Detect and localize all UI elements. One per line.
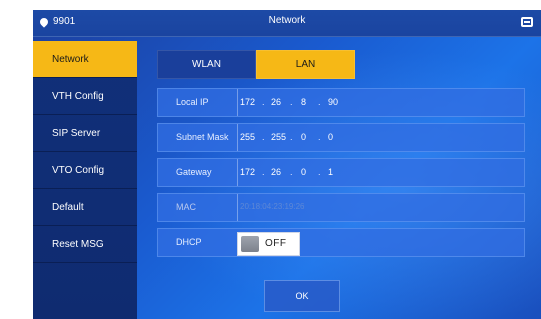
subnet-mask-octet-2[interactable]: 255 <box>271 132 286 142</box>
divider <box>237 89 238 116</box>
octet-dot: . <box>262 132 265 142</box>
gateway-row: Gateway 172 . 26 . 0 . 1 <box>157 158 525 187</box>
octet-dot: . <box>290 167 293 177</box>
dhcp-row: DHCP OFF <box>157 228 525 257</box>
subnet-mask-octet-1[interactable]: 255 <box>240 132 255 142</box>
mac-label: MAC <box>176 202 196 212</box>
divider <box>237 194 238 221</box>
octet-dot: . <box>318 132 321 142</box>
top-bar: 9901 Network <box>33 10 541 37</box>
network-settings-screen: 9901 Network Network VTH Config SIP Serv… <box>33 10 541 319</box>
gateway-octet-3[interactable]: 0 <box>301 167 306 177</box>
sidebar-item-reset-msg[interactable]: Reset MSG <box>33 226 137 263</box>
sidebar-item-network[interactable]: Network <box>33 41 137 78</box>
octet-dot: . <box>318 167 321 177</box>
octet-dot: . <box>318 97 321 107</box>
divider <box>237 159 238 186</box>
sidebar-item-vto-config[interactable]: VTO Config <box>33 152 137 189</box>
dhcp-label: DHCP <box>176 237 202 247</box>
local-ip-octet-2[interactable]: 26 <box>271 97 281 107</box>
page-title: Network <box>268 15 306 26</box>
ok-button[interactable]: OK <box>264 280 340 312</box>
sidebar-item-sip-server[interactable]: SIP Server <box>33 115 137 152</box>
local-ip-octet-4[interactable]: 90 <box>328 97 338 107</box>
sidebar-item-vth-config[interactable]: VTH Config <box>33 78 137 115</box>
mac-row: MAC 20:18:04:23:19:26 <box>157 193 525 222</box>
octet-dot: . <box>262 97 265 107</box>
card-icon[interactable] <box>521 17 533 27</box>
subnet-mask-row: Subnet Mask 255 . 255 . 0 . 0 <box>157 123 525 152</box>
subnet-mask-label: Subnet Mask <box>176 132 229 142</box>
gateway-octet-1[interactable]: 172 <box>240 167 255 177</box>
local-ip-octet-3[interactable]: 8 <box>301 97 306 107</box>
gateway-octet-2[interactable]: 26 <box>271 167 281 177</box>
tab-lan[interactable]: LAN <box>256 50 355 79</box>
sidebar: Network VTH Config SIP Server VTO Config… <box>33 41 137 319</box>
toggle-knob <box>241 236 259 252</box>
gateway-octet-4[interactable]: 1 <box>328 167 333 177</box>
tab-wlan[interactable]: WLAN <box>157 50 256 79</box>
sidebar-item-default[interactable]: Default <box>33 189 137 226</box>
network-tabs: WLAN LAN <box>157 50 355 79</box>
subnet-mask-octet-4[interactable]: 0 <box>328 132 333 142</box>
local-ip-octet-1[interactable]: 172 <box>240 97 255 107</box>
mac-value: 20:18:04:23:19:26 <box>240 202 305 211</box>
local-ip-label: Local IP <box>176 97 209 107</box>
divider <box>237 124 238 151</box>
octet-dot: . <box>290 132 293 142</box>
dhcp-toggle[interactable]: OFF <box>237 232 300 256</box>
subnet-mask-octet-3[interactable]: 0 <box>301 132 306 142</box>
gateway-label: Gateway <box>176 167 212 177</box>
dhcp-toggle-state: OFF <box>265 238 287 249</box>
octet-dot: . <box>262 167 265 177</box>
octet-dot: . <box>290 97 293 107</box>
local-ip-row: Local IP 172 . 26 . 8 . 90 <box>157 88 525 117</box>
